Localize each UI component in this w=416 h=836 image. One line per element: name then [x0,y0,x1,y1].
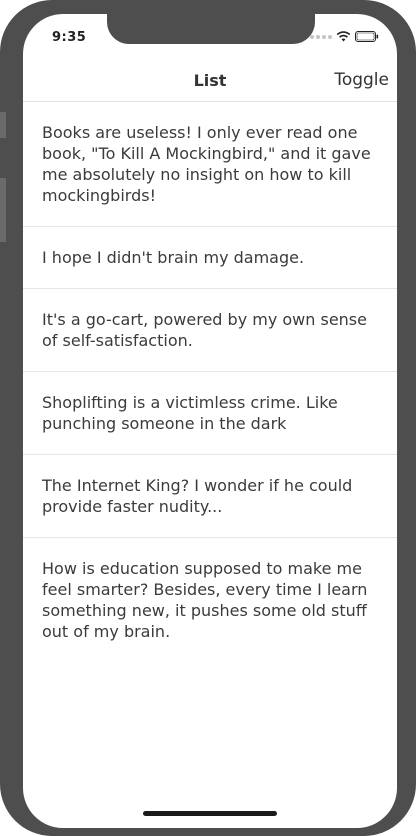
wifi-icon [336,31,351,42]
list-item[interactable]: Books are useless! I only ever read one … [23,102,397,227]
notch [107,14,315,44]
toggle-button[interactable]: Toggle [334,70,389,90]
home-indicator[interactable] [143,811,277,816]
list-item[interactable]: How is education supposed to make me fee… [23,538,397,662]
mute-switch [0,112,6,138]
signal-icon [310,34,332,39]
screen: 9:35 List Toggle Books are useless! I on… [23,14,397,828]
list-item[interactable]: I hope I didn't brain my damage. [23,227,397,289]
navigation-bar: List Toggle [23,64,397,102]
quote-list: Books are useless! I only ever read one … [23,102,397,662]
list-item[interactable]: It's a go-cart, powered by my own sense … [23,289,397,372]
battery-icon [355,31,379,42]
status-time: 9:35 [52,30,87,45]
volume-up-button [0,178,6,242]
status-icons [310,31,379,42]
list-item[interactable]: Shoplifting is a victimless crime. Like … [23,372,397,455]
device-frame: 9:35 List Toggle Books are useless! I on… [0,0,416,836]
list-item[interactable]: The Internet King? I wonder if he could … [23,455,397,538]
